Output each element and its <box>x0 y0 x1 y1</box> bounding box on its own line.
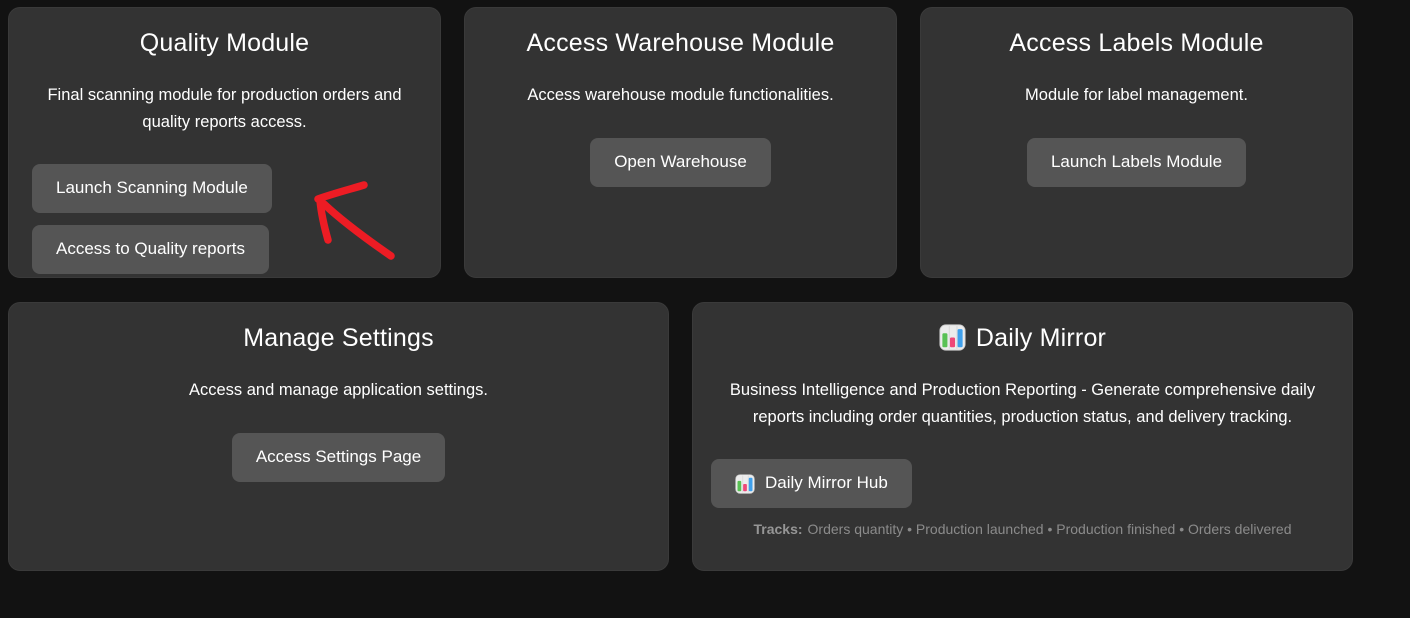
card-warehouse-module: Access Warehouse Module Access warehouse… <box>464 7 897 278</box>
card-description-daily-mirror: Business Intelligence and Production Rep… <box>710 377 1335 431</box>
card-title-daily-mirror-text: Daily Mirror <box>976 324 1106 352</box>
launch-scanning-module-button[interactable]: Launch Scanning Module <box>32 164 272 213</box>
card-title-quality-module: Quality Module <box>24 28 425 59</box>
tracks-label: Tracks: <box>753 521 802 537</box>
card-title-warehouse-module: Access Warehouse Module <box>480 28 881 59</box>
card-labels-module: Access Labels Module Module for label ma… <box>920 7 1353 278</box>
card-description-warehouse-module: Access warehouse module functionalities. <box>480 82 881 109</box>
access-quality-reports-button[interactable]: Access to Quality reports <box>32 225 269 274</box>
modules-row-bottom: Manage Settings Access and manage applic… <box>8 302 1353 571</box>
tracks-items: Orders quantity • Production launched • … <box>808 521 1292 537</box>
bar-chart-icon <box>939 324 966 351</box>
launch-labels-module-button[interactable]: Launch Labels Module <box>1027 138 1246 187</box>
card-description-labels-module: Module for label management. <box>936 82 1337 109</box>
card-manage-settings: Manage Settings Access and manage applic… <box>8 302 669 571</box>
daily-mirror-tracks-line: Tracks: Orders quantity • Production laun… <box>708 521 1337 537</box>
bar-chart-icon <box>735 474 755 494</box>
card-description-manage-settings: Access and manage application settings. <box>26 377 651 404</box>
quality-module-buttons: Launch Scanning Module Access to Quality… <box>32 164 425 274</box>
card-daily-mirror: Daily Mirror Business Intelligence and P… <box>692 302 1353 571</box>
card-title-daily-mirror: Daily Mirror <box>708 323 1337 354</box>
daily-mirror-hub-button-label: Daily Mirror Hub <box>765 472 888 495</box>
card-title-manage-settings: Manage Settings <box>24 323 653 354</box>
card-title-labels-module: Access Labels Module <box>936 28 1337 59</box>
access-settings-page-button[interactable]: Access Settings Page <box>232 433 445 482</box>
open-warehouse-button[interactable]: Open Warehouse <box>590 138 771 187</box>
card-description-quality-module: Final scanning module for production ord… <box>24 82 425 136</box>
card-quality-module: Quality Module Final scanning module for… <box>8 7 441 278</box>
modules-row-top: Quality Module Final scanning module for… <box>8 7 1353 278</box>
daily-mirror-hub-button[interactable]: Daily Mirror Hub <box>711 459 912 508</box>
modules-dashboard: Quality Module Final scanning module for… <box>8 7 1353 571</box>
